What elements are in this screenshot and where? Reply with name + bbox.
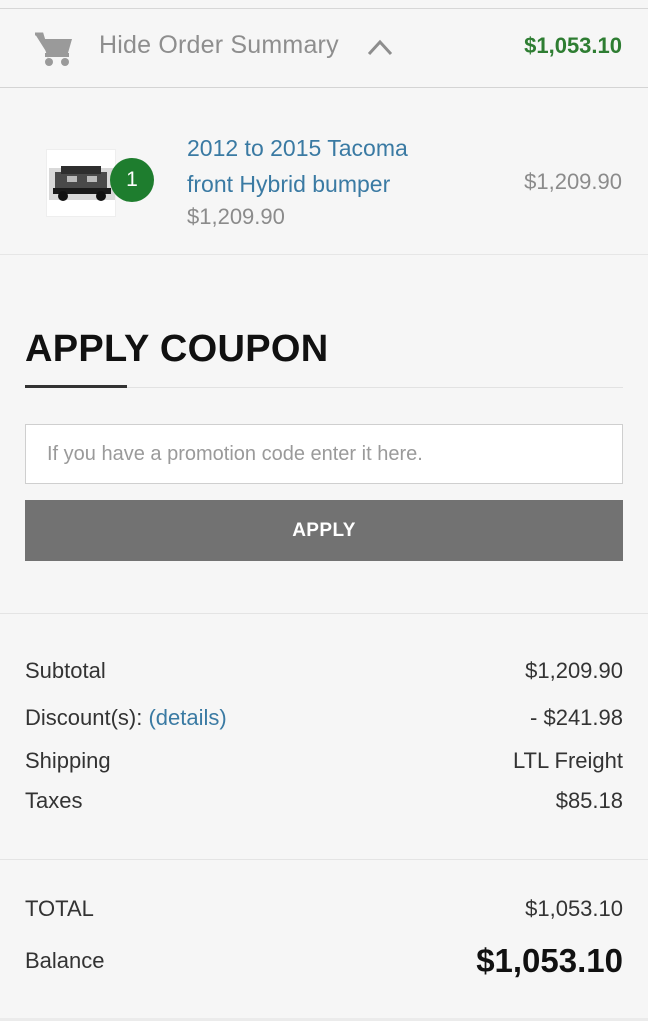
- apply-coupon-button[interactable]: APPLY: [25, 500, 623, 561]
- product-thumbnail[interactable]: [46, 149, 116, 217]
- subtotal-value: $1,209.90: [525, 658, 623, 683]
- quantity-badge: 1: [110, 158, 154, 202]
- shipping-label: Shipping: [25, 748, 111, 773]
- taxes-value: $85.18: [555, 788, 623, 813]
- apply-coupon-heading: APPLY COUPON: [25, 328, 329, 370]
- subtotal-row: Subtotal $1,209.90: [25, 658, 623, 684]
- header-order-total: $1,053.10: [524, 33, 622, 58]
- subtotal-label: Subtotal: [25, 658, 106, 683]
- shipping-value: LTL Freight: [512, 748, 623, 773]
- discount-value: - $241.98: [530, 705, 623, 730]
- shipping-row: Shipping LTL Freight: [25, 748, 623, 774]
- balance-row: Balance $1,053.10: [25, 942, 623, 980]
- total-label: TOTAL: [25, 896, 94, 921]
- taxes-label: Taxes: [25, 788, 83, 813]
- product-name-link[interactable]: 2012 to 2015 Tacoma front Hybrid bumper: [187, 130, 447, 202]
- product-unit-price: $1,209.90: [187, 204, 285, 229]
- taxes-row: Taxes $85.18: [25, 788, 623, 814]
- balance-label: Balance: [25, 948, 105, 973]
- total-row: TOTAL $1,053.10: [25, 896, 623, 922]
- cart-line-item: 1 2012 to 2015 Tacoma front Hybrid bumpe…: [0, 88, 648, 255]
- product-line-total: $1,209.90: [524, 169, 622, 194]
- order-summary-toggle[interactable]: Hide Order Summary $1,053.10: [0, 9, 648, 88]
- coupon-section-divider: [0, 613, 648, 614]
- discount-label: Discount(s):: [25, 705, 143, 730]
- hide-order-summary-label: Hide Order Summary: [99, 31, 339, 59]
- balance-value: $1,053.10: [476, 942, 623, 979]
- promotion-code-input[interactable]: [25, 424, 623, 484]
- shopping-cart-icon: [35, 32, 72, 66]
- coupon-heading-accent: [25, 385, 127, 388]
- totals-divider: [0, 859, 648, 860]
- total-value: $1,053.10: [525, 896, 623, 921]
- discount-row: Discount(s): (details) - $241.98: [25, 705, 623, 731]
- discount-details-link[interactable]: (details): [148, 705, 226, 730]
- chevron-up-icon: [367, 39, 393, 56]
